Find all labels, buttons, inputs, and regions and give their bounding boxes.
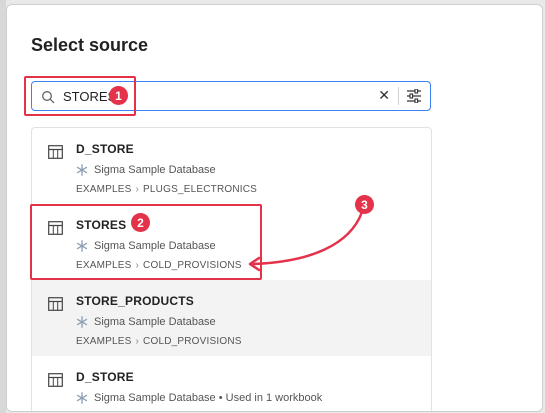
- snowflake-icon: [76, 164, 88, 176]
- result-item-d-store-2[interactable]: D_STORE Sigma Sample Database • Used in …: [32, 356, 431, 411]
- chevron-right-icon: ›: [135, 184, 140, 195]
- snowflake-icon: [76, 316, 88, 328]
- database-name: Sigma Sample Database: [94, 316, 216, 328]
- clear-search-icon[interactable]: ✕: [378, 87, 390, 104]
- database-name: Sigma Sample Database: [94, 164, 216, 176]
- result-database: Sigma Sample Database: [76, 316, 216, 328]
- path-schema: EXAMPLES: [76, 184, 132, 195]
- result-path: EXAMPLES › COLD_PROVISIONS: [76, 336, 242, 347]
- result-database: Sigma Sample Database: [76, 164, 216, 176]
- table-icon: [48, 373, 63, 387]
- result-name: STORE_PRODUCTS: [76, 294, 194, 308]
- chevron-right-icon: ›: [135, 336, 140, 347]
- callout-badge-3: 3: [355, 195, 374, 214]
- result-name: D_STORE: [76, 370, 134, 384]
- dialog-title: Select source: [31, 35, 149, 55]
- result-name: D_STORE: [76, 142, 134, 156]
- path-table: COLD_PROVISIONS: [143, 336, 242, 347]
- result-item-d-store[interactable]: D_STORE Sigma Sample Database EXAMPLES › P…: [32, 128, 431, 204]
- path-schema: EXAMPLES: [76, 336, 132, 347]
- table-icon: [48, 145, 63, 159]
- table-icon: [48, 297, 63, 311]
- path-table: PLUGS_ELECTRONICS: [143, 184, 258, 195]
- callout-badge-2: 2: [131, 213, 150, 232]
- snowflake-icon: [76, 392, 88, 404]
- result-item-store-products[interactable]: STORE_PRODUCTS Sigma Sample Database EXA…: [32, 280, 431, 356]
- result-path: EXAMPLES › PLUGS_ELECTRONICS: [76, 184, 257, 195]
- database-name: Sigma Sample Database • Used in 1 workbo…: [94, 392, 323, 404]
- result-database: Sigma Sample Database • Used in 1 workbo…: [76, 392, 322, 404]
- filter-settings-icon[interactable]: [406, 89, 422, 103]
- divider: [398, 87, 399, 105]
- callout-badge-1: 1: [109, 86, 128, 105]
